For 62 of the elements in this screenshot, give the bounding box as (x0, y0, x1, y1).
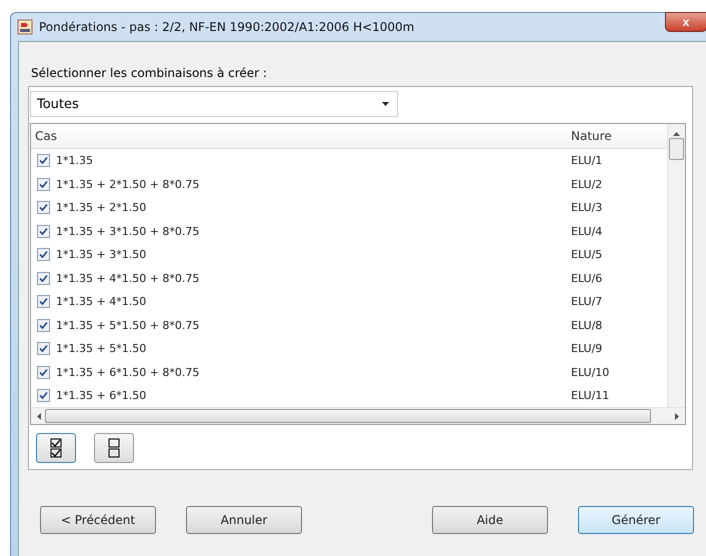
checkbox[interactable] (37, 295, 50, 308)
table-cell-text: 1*1.35 + 4*1.50 (56, 295, 148, 308)
checkmark-icon (39, 344, 48, 354)
table-cell-text: 1*1.35 + 5*1.50 (56, 342, 148, 356)
table-cell-text: ELU/8 (571, 318, 604, 332)
table-cell-text: ELU/6 (571, 272, 604, 285)
checkmark-icon (39, 180, 48, 189)
scroll-left-icon[interactable] (37, 412, 41, 420)
checkmark-icon (39, 391, 48, 400)
table-cell-text: 1*1.35 (56, 154, 94, 168)
table-cell-text: 1*1.35 + 4*1.50 + 8*0.75 (56, 272, 200, 285)
dialog-button[interactable]: Générer (578, 506, 694, 534)
table-cell-text: 1*1.35 + 3*1.50 (56, 248, 148, 262)
checkmark-icon (39, 203, 48, 212)
checkbox[interactable] (37, 272, 50, 285)
empty-boxes-icon (108, 438, 120, 458)
table-cell-text: 1*1.35 + 2*1.50 (56, 201, 148, 214)
checkbox[interactable] (37, 389, 50, 402)
checkmark-icon (39, 156, 48, 166)
dialog-button[interactable]: Annuler (186, 506, 302, 534)
scroll-right-icon[interactable] (675, 412, 679, 420)
checkbox[interactable] (37, 248, 50, 262)
prompt-label: Sélectionner les combinaisons à créer : (31, 66, 268, 80)
dialog-button[interactable]: Aide (432, 506, 548, 534)
checkbox[interactable] (37, 224, 50, 238)
table-cell-text: ELU/4 (571, 224, 604, 238)
table-cell-text: ELU/3 (571, 201, 604, 214)
checkmark-icon (39, 250, 48, 260)
table-cell-text: 1*1.35 + 5*1.50 + 8*0.75 (56, 318, 200, 332)
table-cell-text: ELU/10 (571, 366, 610, 379)
table-cell-text: ELU/7 (571, 295, 604, 308)
checkmark-icon (39, 226, 48, 236)
window-title: Pondérations - pas : 2/2, NF-EN 1990:2002/A1:2006 H<1000m (39, 20, 414, 34)
table-cell-text: ELU/5 (571, 248, 604, 262)
checkbox[interactable] (37, 318, 50, 332)
checkmark-icon (39, 320, 48, 330)
filter-dropdown[interactable]: Toutes (30, 91, 398, 117)
checkbox[interactable] (37, 366, 50, 379)
column-header[interactable]: Cas (31, 129, 571, 143)
table-cell-text: ELU/11 (571, 389, 610, 402)
checkbox[interactable] (37, 178, 50, 191)
table-cell-text: 1*1.35 + 3*1.50 + 8*0.75 (56, 224, 200, 238)
checkbox[interactable] (37, 342, 50, 356)
checkmark-icon (39, 297, 48, 306)
checkbox[interactable] (37, 201, 50, 214)
scroll-up-icon[interactable] (673, 132, 680, 136)
app-icon (17, 19, 33, 35)
checkmark-icon (39, 274, 48, 283)
checkbox[interactable] (37, 154, 50, 168)
table-cell-text: ELU/2 (571, 178, 604, 191)
check-all-button[interactable] (36, 433, 76, 463)
table-cell-text: 1*1.35 + 6*1.50 + 8*0.75 (56, 366, 200, 379)
dialog-button[interactable]: < Précédent (40, 506, 156, 534)
uncheck-all-button[interactable] (94, 433, 134, 463)
checked-boxes-icon (50, 438, 62, 458)
table-cell-text: ELU/9 (571, 342, 604, 356)
dropdown-arrow-icon (382, 102, 389, 106)
table-cell-text: 1*1.35 + 6*1.50 (56, 389, 148, 402)
table-cell-text: ELU/1 (571, 154, 604, 168)
column-header[interactable]: Nature (571, 129, 667, 143)
checkmark-icon (39, 368, 48, 377)
table-cell-text: 1*1.35 + 2*1.50 + 8*0.75 (56, 178, 200, 191)
